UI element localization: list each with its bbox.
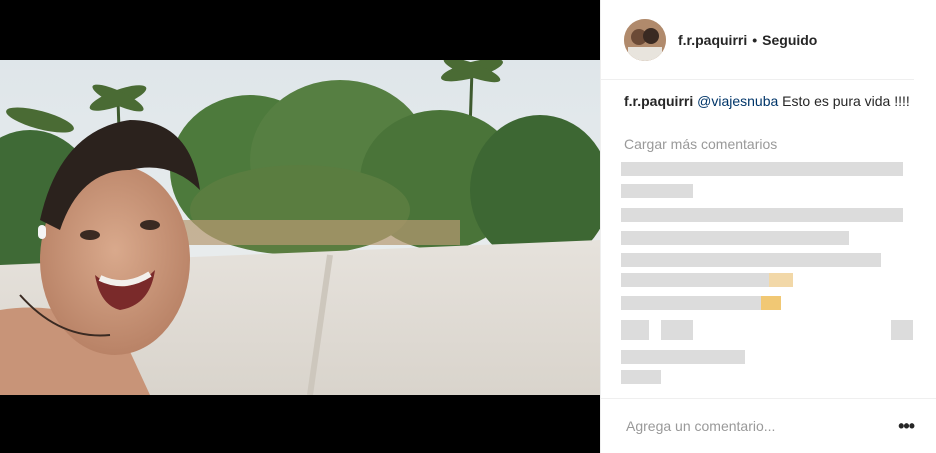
video-pane[interactable] [0,0,600,453]
post-header: f.r.paquirri • Seguido [601,0,914,80]
blurred-comment [621,208,903,222]
caption-text: Esto es pura vida !!!! [778,93,910,109]
blurred-emoji [769,273,793,287]
blurred-comment [621,370,661,384]
blurred-comment [621,231,849,245]
blurred-comment [621,350,745,364]
video-player[interactable] [0,60,600,395]
load-more-comments-link[interactable]: Cargar más comentarios [624,136,777,152]
profile-avatar[interactable] [624,18,666,61]
blurred-comment [661,320,693,340]
comment-footer: ••• [601,398,936,453]
caption: f.r.paquirri @viajesnuba Esto es pura vi… [624,92,914,110]
blurred-like-icon [891,320,913,340]
blurred-comment [621,253,881,267]
blurred-comment [621,184,693,198]
add-comment-input[interactable] [626,418,899,434]
caption-username[interactable]: f.r.paquirri [624,93,693,109]
header-separator: • [752,31,758,48]
blurred-comment [621,273,793,287]
more-options-icon[interactable]: ••• [898,416,915,437]
caption-mention-link[interactable]: @viajesnuba [697,93,778,109]
blurred-comment [621,296,781,310]
blurred-comment [621,162,903,176]
blurred-emoji [761,296,781,310]
post-sidebar: f.r.paquirri • Seguido f.r.paquirri @via… [600,0,936,453]
follow-status-button[interactable]: Seguido [762,32,817,48]
author-username[interactable]: f.r.paquirri [678,32,747,48]
blurred-comment [621,320,649,340]
